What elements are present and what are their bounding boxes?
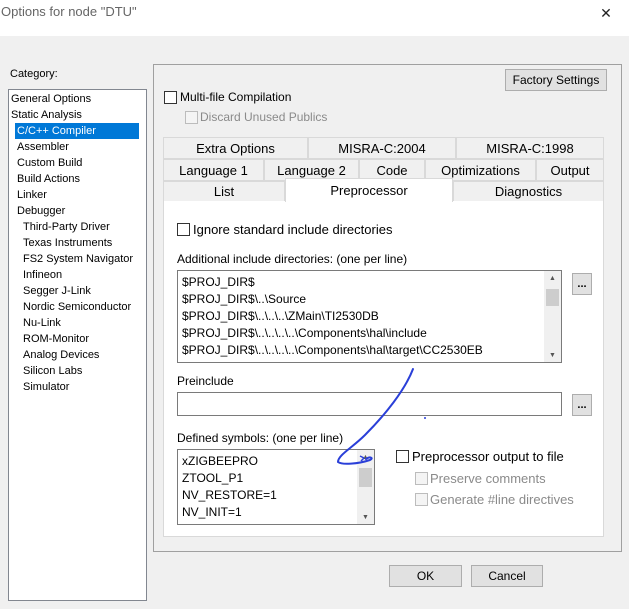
category-item[interactable]: Simulator (21, 379, 139, 395)
title-bar: Options for node "DTU" ✕ (0, 0, 629, 28)
preserve-comments-checkbox[interactable] (415, 472, 428, 485)
category-item[interactable]: Build Actions (15, 171, 139, 187)
preserve-comments-label: Preserve comments (430, 471, 546, 486)
ignore-std-includes-checkbox[interactable] (177, 223, 190, 236)
defined-line: xZIGBEEPRO (182, 454, 259, 468)
tab-preprocessor[interactable]: Preprocessor (285, 178, 453, 202)
generate-line-checkbox[interactable] (415, 493, 428, 506)
cancel-button[interactable]: Cancel (471, 565, 543, 587)
preinclude-label: Preinclude (177, 374, 234, 388)
scroll-up-icon[interactable]: ▲ (544, 271, 561, 285)
category-item[interactable]: C/C++ Compiler (15, 123, 139, 139)
ok-button[interactable]: OK (389, 565, 462, 587)
scroll-down-icon[interactable]: ▼ (544, 348, 561, 362)
category-item[interactable]: Infineon (21, 267, 139, 283)
defined-line: NV_INIT=1 (182, 505, 242, 519)
include-line: $PROJ_DIR$\..\..\..\ZMain\TI2530DB (182, 309, 379, 323)
include-line: $PROJ_DIR$\..\Source (182, 292, 307, 306)
category-item[interactable]: Analog Devices (21, 347, 139, 363)
tab-extra-options[interactable]: Extra Options (163, 137, 308, 159)
include-line: $PROJ_DIR$\..\..\..\..\Components\hal\ta… (182, 343, 483, 357)
tab-misra-c-2004[interactable]: MISRA-C:2004 (308, 137, 456, 159)
include-browse-button[interactable]: ... (572, 273, 592, 295)
category-item[interactable]: Nu-Link (21, 315, 139, 331)
category-item[interactable]: Custom Build (15, 155, 139, 171)
defined-symbols-label: Defined symbols: (one per line) (177, 431, 344, 445)
ignore-std-includes-label: Ignore standard include directories (193, 222, 393, 237)
scroll-thumb[interactable] (359, 468, 372, 487)
defined-line: NV_RESTORE=1 (182, 488, 277, 502)
scroll-down-icon[interactable]: ▼ (357, 510, 374, 524)
category-item[interactable]: General Options (9, 91, 139, 107)
discard-unused-checkbox[interactable] (185, 111, 198, 124)
window-title: Options for node "DTU" (1, 4, 137, 19)
category-item[interactable]: ROM-Monitor (21, 331, 139, 347)
category-label: Category: (10, 68, 58, 80)
tab-misra-c-1998[interactable]: MISRA-C:1998 (456, 137, 604, 159)
category-item[interactable]: Nordic Semiconductor (21, 299, 139, 315)
include-line: $PROJ_DIR$\..\..\..\..\Components\hal\in… (182, 326, 427, 340)
category-item[interactable]: Assembler (15, 139, 139, 155)
category-item[interactable]: Texas Instruments (21, 235, 139, 251)
include-dirs-label: Additional include directories: (one per… (177, 252, 408, 266)
multifile-compilation-checkbox[interactable] (164, 91, 177, 104)
generate-line-label: Generate #line directives (430, 492, 574, 507)
category-item[interactable]: Static Analysis (9, 107, 139, 123)
include-dirs-textbox[interactable]: $PROJ_DIR$ $PROJ_DIR$\..\Source $PROJ_DI… (177, 270, 562, 363)
close-icon: ✕ (600, 4, 612, 21)
multifile-compilation-label: Multi-file Compilation (180, 90, 292, 104)
annotation-scribble (336, 368, 426, 465)
category-list[interactable]: General Options Static Analysis C/C++ Comp… (8, 89, 147, 601)
tab-diagnostics[interactable]: Diagnostics (453, 181, 604, 202)
category-item[interactable]: Silicon Labs (21, 363, 139, 379)
tab-list[interactable]: List (163, 181, 285, 202)
include-scrollbar[interactable]: ▲ ▼ (544, 271, 561, 362)
category-item[interactable]: Linker (15, 187, 139, 203)
category-item[interactable]: Segger J-Link (21, 283, 139, 299)
scroll-thumb[interactable] (546, 289, 559, 306)
category-item[interactable]: Debugger (15, 203, 139, 219)
defined-line: ZTOOL_P1 (182, 471, 244, 485)
discard-unused-label: Discard Unused Publics (200, 110, 328, 124)
preprocessor-output-label: Preprocessor output to file (412, 449, 564, 464)
preinclude-browse-button[interactable]: ... (572, 394, 592, 416)
category-item[interactable]: FS2 System Navigator (21, 251, 139, 267)
tab-language-1[interactable]: Language 1 (163, 159, 264, 181)
close-button[interactable]: ✕ (594, 2, 618, 24)
factory-settings-button[interactable]: Factory Settings (505, 69, 607, 91)
tab-output[interactable]: Output (536, 159, 604, 181)
category-item[interactable]: Third-Party Driver (21, 219, 139, 235)
include-line: $PROJ_DIR$ (182, 275, 255, 289)
